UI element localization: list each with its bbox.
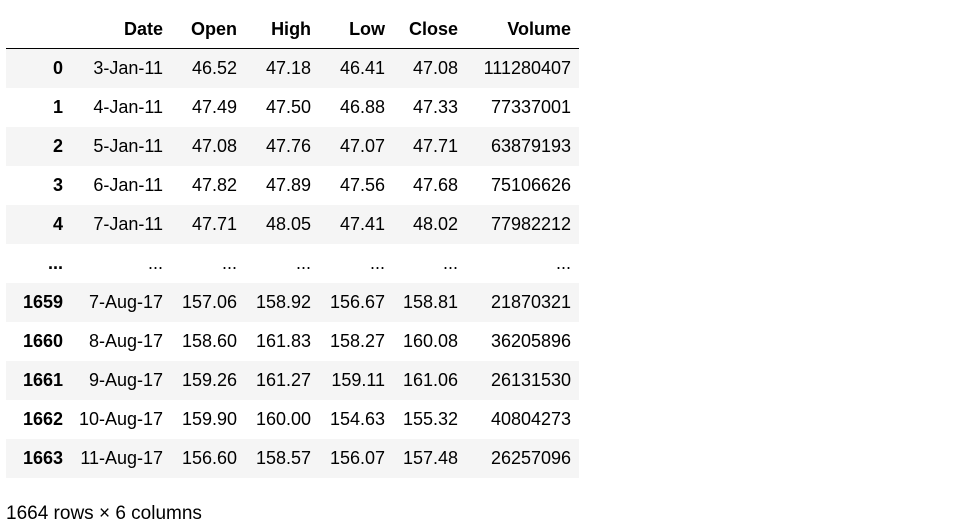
cell-volume: 75106626 [490, 175, 572, 195]
cell-high: 47.76 [266, 136, 312, 156]
cell-date: 10-Aug-17 [79, 409, 164, 429]
cell-volume: 36205896 [490, 331, 572, 351]
row-index: 1662 [22, 409, 63, 429]
cell-high: 48.05 [266, 214, 312, 234]
row-index: 1659 [22, 292, 63, 312]
cell-close: ... [443, 253, 459, 273]
cell-low: 46.88 [340, 97, 386, 117]
cell-low: 46.41 [340, 58, 386, 78]
cell-high: 161.83 [256, 331, 312, 351]
cell-date: ... [148, 253, 164, 273]
table-row: 1659 7-Aug-17 157.06 158.92 156.67 158.8… [6, 283, 580, 322]
cell-open: 159.90 [182, 409, 238, 429]
header-row: Date Open High Low Close Volume [6, 10, 580, 49]
cell-volume: 77337001 [490, 97, 572, 117]
cell-date: 4-Jan-11 [93, 97, 164, 117]
cell-low: ... [370, 253, 386, 273]
cell-date: 6-Jan-11 [93, 175, 164, 195]
cell-open: 47.49 [192, 97, 238, 117]
cell-volume: 26131530 [490, 370, 572, 390]
cell-open: 157.06 [182, 292, 238, 312]
table-row: 4 7-Jan-11 47.71 48.05 47.41 48.02 77982… [6, 205, 580, 244]
table-row: 1660 8-Aug-17 158.60 161.83 158.27 160.0… [6, 322, 580, 361]
row-index: ... [47, 253, 63, 273]
cell-open: ... [222, 253, 238, 273]
column-header-high: High [245, 10, 320, 49]
cell-close: 47.68 [413, 175, 459, 195]
cell-close: 48.02 [413, 214, 459, 234]
row-index: 2 [52, 136, 63, 156]
cell-volume: 26257096 [490, 448, 572, 468]
row-index: 1660 [22, 331, 63, 351]
cell-high: 160.00 [256, 409, 312, 429]
cell-close: 161.06 [403, 370, 459, 390]
cell-volume: 63879193 [490, 136, 572, 156]
index-header [6, 10, 71, 49]
column-header-volume: Volume [466, 10, 580, 49]
cell-date: 5-Jan-11 [93, 136, 164, 156]
column-header-open: Open [171, 10, 246, 49]
cell-open: 47.71 [192, 214, 238, 234]
cell-close: 155.32 [403, 409, 459, 429]
cell-low: 156.07 [330, 448, 386, 468]
table-row: 2 5-Jan-11 47.08 47.76 47.07 47.71 63879… [6, 127, 580, 166]
cell-date: 9-Aug-17 [89, 370, 164, 390]
cell-high: ... [296, 253, 312, 273]
cell-high: 47.18 [266, 58, 312, 78]
cell-close: 47.71 [413, 136, 459, 156]
cell-high: 161.27 [256, 370, 312, 390]
column-header-close: Close [393, 10, 467, 49]
cell-high: 158.57 [256, 448, 312, 468]
cell-high: 47.50 [266, 97, 312, 117]
cell-high: 158.92 [256, 292, 312, 312]
cell-low: 47.07 [340, 136, 386, 156]
cell-low: 158.27 [330, 331, 386, 351]
row-index: 3 [52, 175, 63, 195]
column-header-low: Low [319, 10, 394, 49]
cell-low: 154.63 [330, 409, 386, 429]
cell-open: 159.26 [182, 370, 238, 390]
cell-date: 8-Aug-17 [89, 331, 164, 351]
cell-date: 7-Aug-17 [89, 292, 164, 312]
cell-volume: 111280407 [483, 58, 572, 78]
ellipsis-row: ... ... ... ... ... ... ... [6, 244, 580, 283]
cell-open: 46.52 [192, 58, 238, 78]
cell-low: 47.41 [340, 214, 386, 234]
cell-date: 3-Jan-11 [93, 58, 164, 78]
cell-volume: 21870321 [490, 292, 572, 312]
table-row: 1663 11-Aug-17 156.60 158.57 156.07 157.… [6, 439, 580, 478]
dataframe-output: Date Open High Low Close Volume 0 3-Jan-… [6, 10, 580, 478]
cell-close: 158.81 [403, 292, 459, 312]
cell-low: 47.56 [340, 175, 386, 195]
dataframe-shape-text: 1664 rows × 6 columns [6, 503, 202, 524]
cell-close: 160.08 [403, 331, 459, 351]
table-row: 1 4-Jan-11 47.49 47.50 46.88 47.33 77337… [6, 88, 580, 127]
table-row: 1661 9-Aug-17 159.26 161.27 159.11 161.0… [6, 361, 580, 400]
table-row: 3 6-Jan-11 47.82 47.89 47.56 47.68 75106… [6, 166, 580, 205]
row-index: 4 [52, 214, 63, 234]
cell-open: 158.60 [182, 331, 238, 351]
cell-volume: ... [556, 253, 572, 273]
cell-date: 11-Aug-17 [80, 448, 164, 468]
cell-high: 47.89 [266, 175, 312, 195]
cell-close: 47.33 [413, 97, 459, 117]
row-index: 1661 [22, 370, 63, 390]
dataframe-table: Date Open High Low Close Volume 0 3-Jan-… [6, 10, 580, 478]
cell-close: 47.08 [413, 58, 459, 78]
cell-low: 156.67 [330, 292, 386, 312]
cell-open: 156.60 [182, 448, 238, 468]
cell-open: 47.08 [192, 136, 238, 156]
table-row: 1662 10-Aug-17 159.90 160.00 154.63 155.… [6, 400, 580, 439]
cell-volume: 77982212 [490, 214, 572, 234]
cell-volume: 40804273 [490, 409, 572, 429]
row-index: 1663 [22, 448, 63, 468]
row-index: 0 [52, 58, 63, 78]
table-row: 0 3-Jan-11 46.52 47.18 46.41 47.08 11128… [6, 48, 580, 88]
row-index: 1 [52, 97, 63, 117]
cell-date: 7-Jan-11 [93, 214, 164, 234]
cell-open: 47.82 [192, 175, 238, 195]
cell-low: 159.11 [331, 370, 386, 390]
cell-close: 157.48 [403, 448, 459, 468]
column-header-date: Date [71, 10, 172, 49]
